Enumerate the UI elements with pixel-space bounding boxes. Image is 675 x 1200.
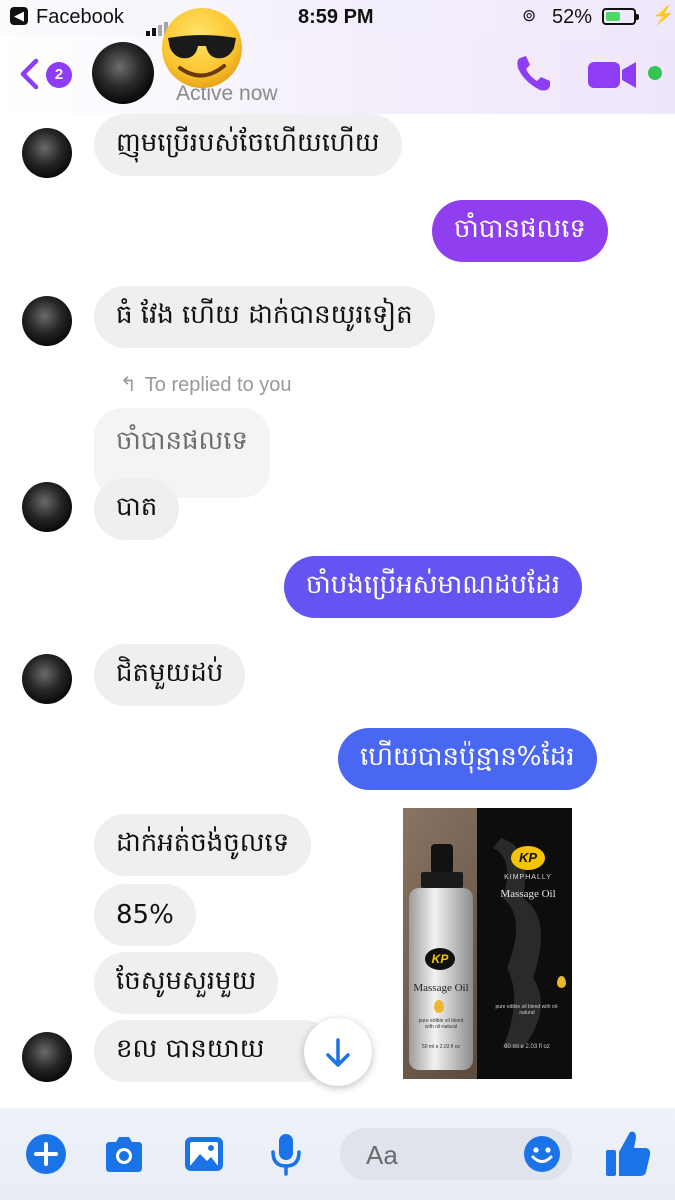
- camera-icon[interactable]: [102, 1132, 146, 1176]
- video-camera-icon[interactable]: [586, 56, 638, 92]
- bottle-oil-drop-icon: [434, 1000, 444, 1013]
- sender-avatar: [22, 654, 72, 704]
- clock: 8:59 PM: [298, 6, 374, 28]
- product-photo[interactable]: KP Massage Oil pure edible oil blend wit…: [403, 808, 572, 1079]
- message-bubble-outgoing[interactable]: ចាំបងប្រើអស់មាណដបដែរ: [284, 556, 583, 618]
- microphone-icon[interactable]: [264, 1132, 308, 1176]
- phone-icon[interactable]: [512, 54, 556, 94]
- message-bubble-incoming[interactable]: ញុមប្រើរបស់ចែហើយហើយ: [94, 114, 402, 176]
- message-bubble-incoming[interactable]: ធំ វែង ហើយ ដាក់បានយូរទៀត: [94, 286, 435, 348]
- scroll-to-bottom-button[interactable]: [304, 1018, 372, 1086]
- box-blend-text: pure edible oil blend with oil-natural: [495, 1004, 559, 1016]
- conversation-header: 2 Active now: [0, 8, 675, 114]
- message-bubble-incoming[interactable]: 85%: [94, 884, 196, 946]
- message-bubble-incoming[interactable]: ចែសូមសួរមួយ: [94, 952, 279, 1014]
- message-bubble-outgoing[interactable]: ចាំបានផលទេ: [432, 200, 609, 262]
- bottle-blend-text: pure edible oil blend with oil-natural: [418, 1018, 464, 1030]
- box-logo: KP: [511, 846, 545, 870]
- battery-icon: [602, 8, 639, 25]
- unread-count-badge: 2: [46, 62, 72, 88]
- back-to-app-label[interactable]: Facebook: [36, 6, 124, 29]
- contact-avatar[interactable]: [92, 42, 154, 104]
- sender-avatar: [22, 482, 72, 532]
- bottle-volume-text: 50 ml e 2.03 fl oz: [421, 1044, 461, 1050]
- message-bubble-incoming[interactable]: ជិតមួយដប់: [94, 644, 246, 706]
- back-button[interactable]: 2: [14, 56, 74, 92]
- message-bubble-incoming[interactable]: ខល បានយាយ: [94, 1020, 334, 1082]
- arrow-down-icon: [326, 1038, 350, 1067]
- box-volume-text: 60 ml e 2.03 fl oz: [504, 1044, 550, 1050]
- rotation-lock-icon: ⊚: [522, 6, 537, 25]
- bottle-logo: KP: [425, 948, 455, 970]
- status-bar: ◀ Facebook 8:59 PM ⊚ 52% ⚡: [0, 0, 675, 36]
- online-indicator: [648, 66, 662, 80]
- plus-icon[interactable]: [24, 1132, 68, 1176]
- box-oil-drop-icon: [557, 976, 566, 988]
- back-chevron-icon: [20, 58, 39, 90]
- battery-percent: 52%: [552, 6, 593, 28]
- gallery-icon[interactable]: [182, 1132, 226, 1176]
- charging-icon: ⚡: [652, 5, 675, 25]
- bottle-product-name: Massage Oil: [413, 982, 469, 994]
- box-brand-name: KIMPHALLY: [504, 874, 552, 881]
- sender-avatar: [22, 296, 72, 346]
- back-to-app-icon[interactable]: ◀: [10, 7, 28, 25]
- sunglasses-emoji-icon: [162, 8, 242, 88]
- message-input-placeholder: Aa: [366, 1140, 398, 1170]
- box-product-name: Massage Oil: [500, 888, 556, 900]
- message-bubble-incoming[interactable]: បាត: [94, 478, 180, 540]
- message-bubble-outgoing[interactable]: ហើយបានប៉ុន្មាន%ដែរ: [338, 728, 597, 790]
- thumbs-up-icon[interactable]: [604, 1128, 652, 1178]
- reply-arrow-icon: ↰: [120, 374, 137, 396]
- composer-bar: Aa: [0, 1108, 675, 1200]
- battery-level: [606, 12, 620, 21]
- emoji-icon[interactable]: [522, 1134, 562, 1174]
- sender-avatar: [22, 128, 72, 178]
- message-bubble-incoming[interactable]: ដាក់អត់ចង់ចូលទេ: [94, 814, 312, 876]
- message-input[interactable]: Aa: [340, 1128, 572, 1180]
- product-photo-graphic: [403, 808, 572, 1079]
- reply-label-text: To replied to you: [144, 374, 292, 396]
- reply-label: ↰ To replied to you: [120, 372, 292, 397]
- sender-avatar: [22, 1032, 72, 1082]
